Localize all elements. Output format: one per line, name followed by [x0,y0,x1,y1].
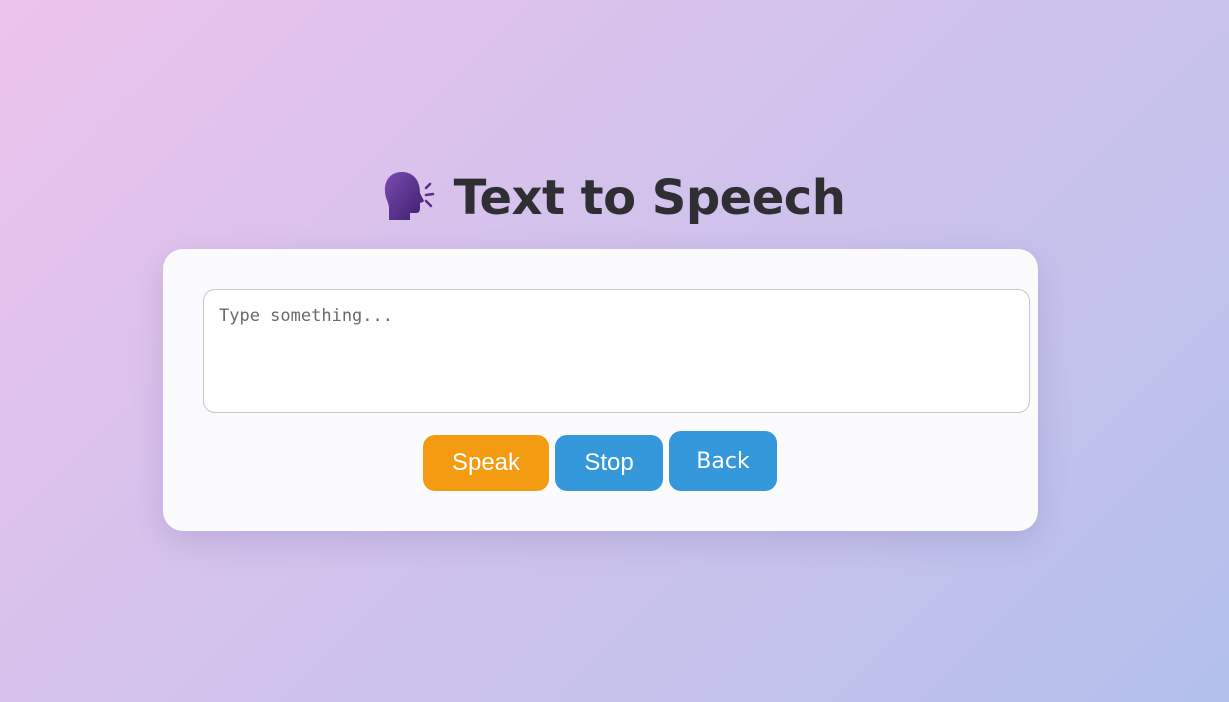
stop-button[interactable]: Stop [555,435,663,491]
tts-card: Speak Stop Back [163,249,1038,531]
text-input[interactable] [203,289,1030,413]
speak-button[interactable]: Speak [423,435,549,491]
page-header: Text to Speech [0,166,1229,230]
back-button[interactable]: Back [669,431,777,491]
page-title: Text to Speech [453,170,846,226]
speaking-head-icon [384,168,454,229]
